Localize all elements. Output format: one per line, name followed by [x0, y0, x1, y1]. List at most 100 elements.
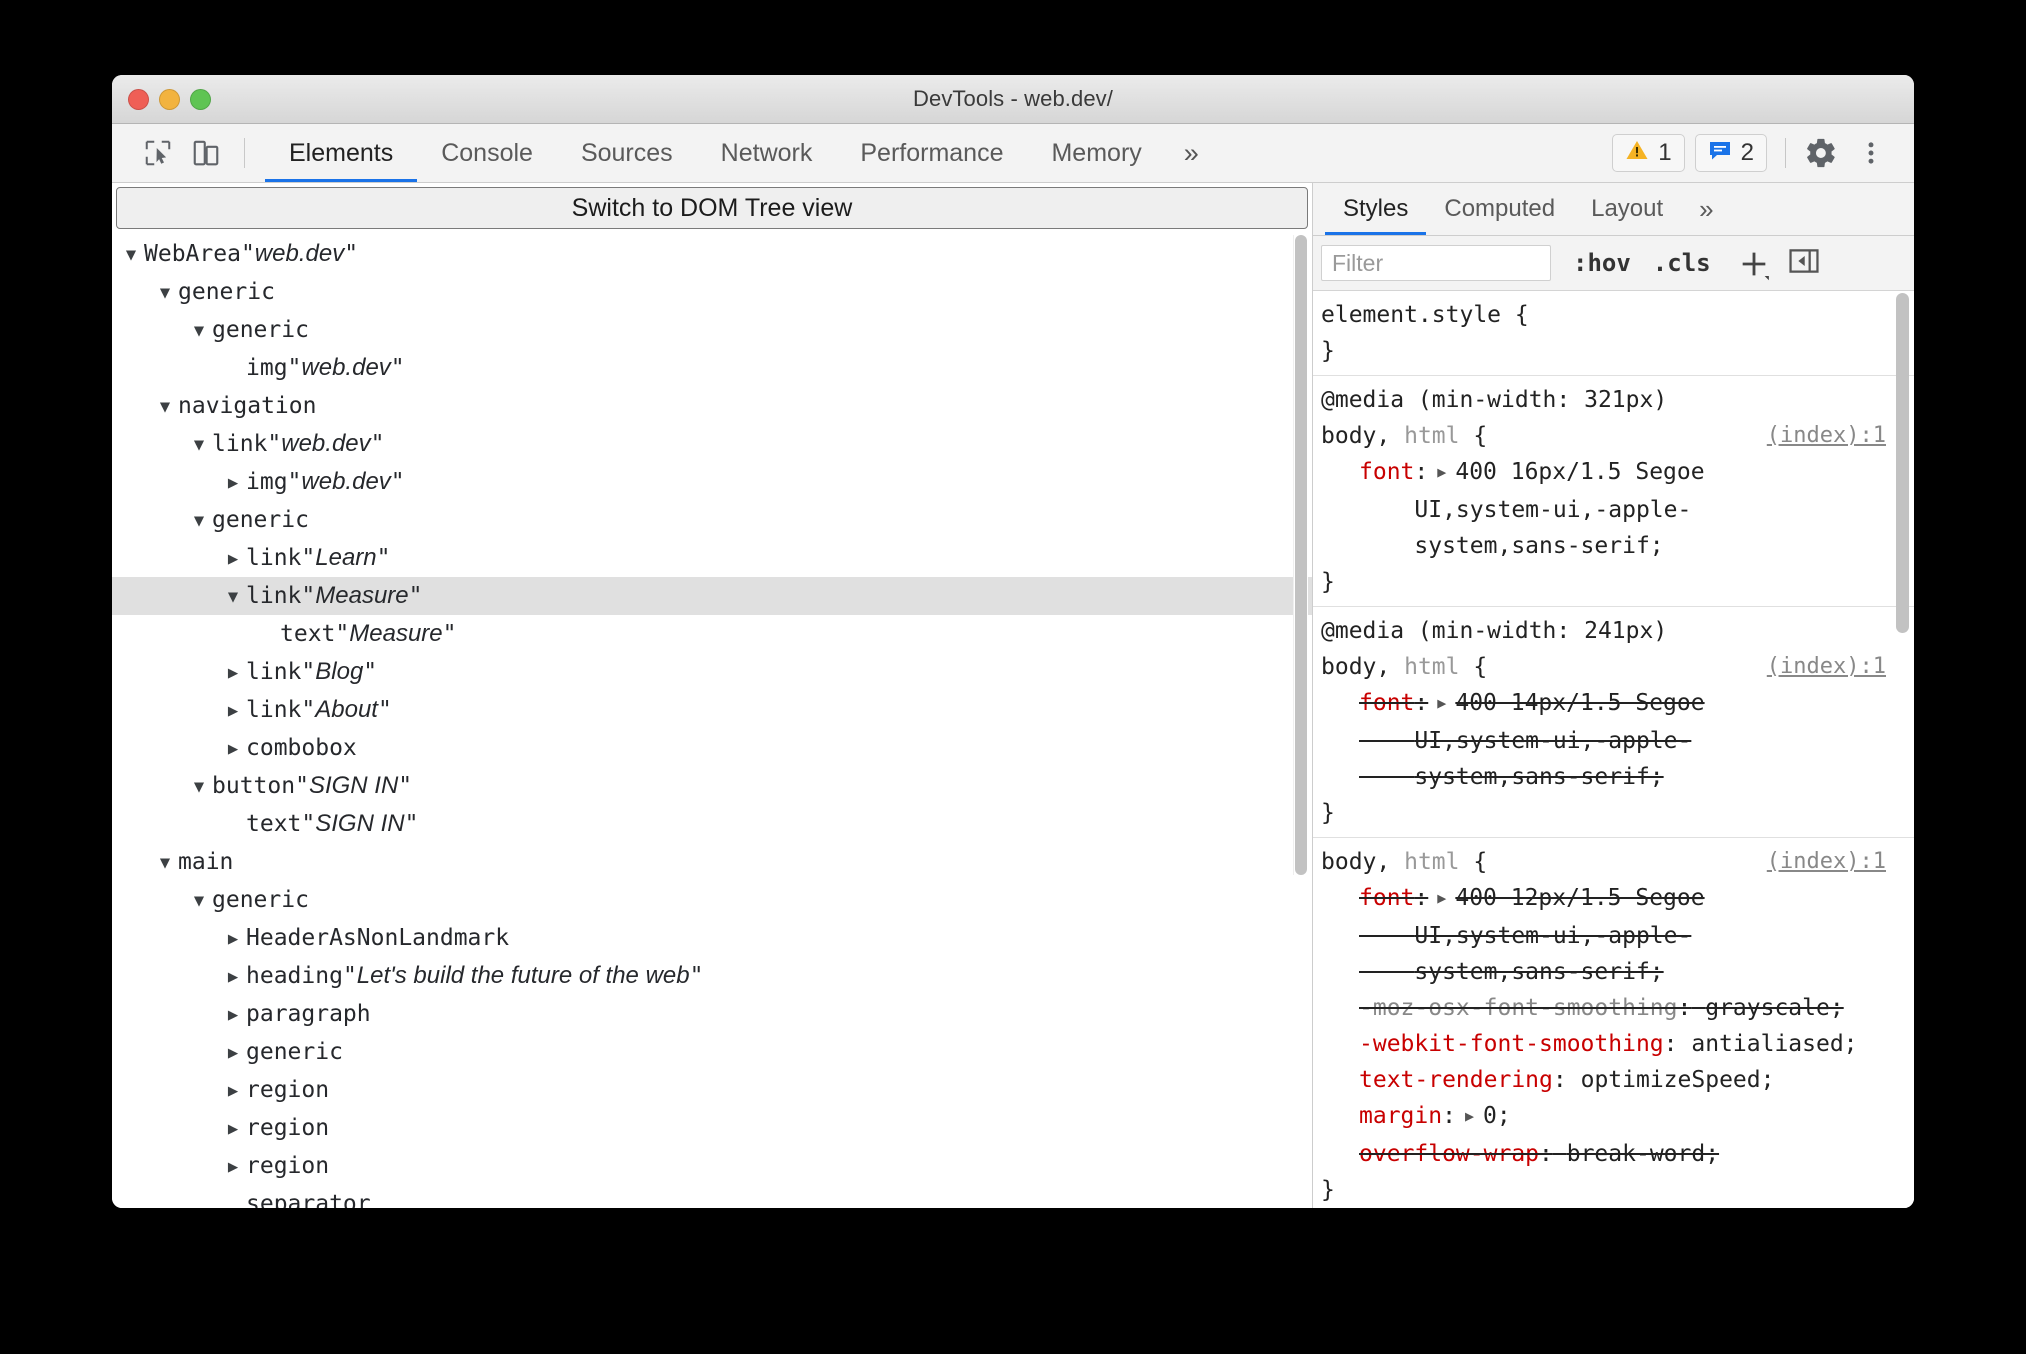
tab-console[interactable]: Console — [417, 124, 557, 182]
tree-scrollbar-thumb[interactable] — [1295, 235, 1307, 875]
chevron-right-icon[interactable]: ▶ — [220, 692, 246, 730]
css-property-name[interactable]: overflow-wrap — [1359, 1141, 1539, 1167]
css-property-value[interactable]: UI,system-ui,-apple- — [1414, 923, 1691, 949]
a11y-tree-node[interactable]: ▼ generic — [112, 501, 1312, 539]
a11y-tree-node[interactable]: ▶ link " Blog " — [112, 653, 1312, 691]
tab-sources[interactable]: Sources — [557, 124, 697, 182]
plus-icon[interactable] — [1737, 247, 1769, 281]
css-rule-source-link[interactable]: (index):1 — [1767, 649, 1886, 685]
device-toolbar-icon[interactable] — [182, 124, 230, 182]
css-declaration[interactable]: -webkit-font-smoothing: antialiased; — [1313, 1026, 1914, 1062]
collapse-panel-icon[interactable] — [1787, 244, 1821, 283]
chevron-down-icon[interactable]: ▼ — [220, 578, 246, 616]
chevron-right-icon[interactable]: ▶ — [220, 1148, 246, 1186]
a11y-tree-node[interactable]: ▶separator — [112, 1185, 1312, 1208]
css-property-name[interactable]: -moz-osx-font-smoothing — [1359, 995, 1678, 1021]
message-count-badge[interactable]: 2 — [1694, 134, 1767, 172]
css-property-name[interactable]: font — [1359, 885, 1414, 911]
a11y-tree-node[interactable]: ▼ generic — [112, 311, 1312, 349]
chevron-right-icon[interactable]: ▶ — [1428, 880, 1455, 916]
a11y-tree-node[interactable]: ▼ link " Measure " — [112, 577, 1312, 615]
chevron-right-icon[interactable]: ▶ — [220, 920, 246, 958]
styles-rules-scroll[interactable]: element.style {} @media (min-width: 321px… — [1313, 291, 1914, 1208]
css-property-value[interactable]: 400 12px/1.5 Segoe — [1455, 885, 1704, 911]
css-declaration[interactable]: margin: ▶ 0; — [1313, 1098, 1914, 1136]
tab-computed[interactable]: Computed — [1426, 183, 1573, 235]
css-property-name[interactable]: font — [1359, 690, 1414, 716]
chevron-right-icon[interactable]: ▶ — [220, 1072, 246, 1110]
a11y-tree-node[interactable]: ▶ link " Learn " — [112, 539, 1312, 577]
chevron-right-icon[interactable]: ▶ — [220, 996, 246, 1034]
css-property-value[interactable]: 0; — [1483, 1103, 1511, 1129]
chevron-right-icon[interactable]: ▶ — [1428, 454, 1455, 490]
tab-network[interactable]: Network — [697, 124, 837, 182]
a11y-tree-node[interactable]: ▶img "web.dev" — [112, 463, 1312, 501]
css-property-value[interactable]: optimizeSpeed; — [1581, 1067, 1775, 1093]
a11y-tree-node[interactable]: ▼ button " SIGN IN " — [112, 767, 1312, 805]
a11y-tree-node[interactable]: ▶ generic — [112, 1033, 1312, 1071]
css-selector-line[interactable]: body, html {(index):1 — [1313, 649, 1914, 685]
css-property-value[interactable]: UI,system-ui,-apple- — [1414, 497, 1691, 523]
chevron-right-icon[interactable]: ▶ — [220, 464, 246, 502]
a11y-tree-node[interactable]: ▼ WebArea " web.dev " — [112, 235, 1312, 273]
a11y-tree-node[interactable]: ▼ generic — [112, 881, 1312, 919]
tree-scrollbar[interactable] — [1293, 235, 1308, 875]
css-rule-source-link[interactable]: (index):1 — [1767, 844, 1886, 880]
css-selector-line[interactable]: body, html {(index):1 — [1313, 418, 1914, 454]
a11y-tree-node[interactable]: ▶ region — [112, 1147, 1312, 1185]
switch-to-dom-tree-button[interactable]: Switch to DOM Tree view — [116, 187, 1308, 229]
css-declaration[interactable]: font: ▶ 400 12px/1.5 Segoe UI,system-ui,… — [1313, 880, 1914, 990]
chevron-down-icon[interactable]: ▼ — [186, 882, 212, 920]
a11y-tree-node[interactable]: ▶text "Measure" — [112, 615, 1312, 653]
css-declaration[interactable]: text-rendering: optimizeSpeed; — [1313, 1062, 1914, 1098]
a11y-tree-node[interactable]: ▶ paragraph — [112, 995, 1312, 1033]
toggle-hover-state-button[interactable]: :hov — [1573, 249, 1631, 277]
chevron-right-icon[interactable]: ▶ — [220, 958, 246, 996]
tab-layout[interactable]: Layout — [1573, 183, 1681, 235]
chevron-down-icon[interactable]: ▼ — [118, 236, 144, 274]
css-declaration[interactable]: font: ▶ 400 16px/1.5 Segoe UI,system-ui,… — [1313, 454, 1914, 564]
css-property-value[interactable]: 400 16px/1.5 Segoe — [1455, 459, 1704, 485]
a11y-tree-node[interactable]: ▶ region — [112, 1071, 1312, 1109]
chevron-down-icon[interactable]: ▼ — [152, 844, 178, 882]
kebab-menu-icon[interactable] — [1846, 129, 1896, 177]
minimize-button[interactable] — [159, 89, 180, 110]
a11y-tree-node[interactable]: ▶ combobox — [112, 729, 1312, 767]
more-tabs-icon[interactable]: » — [1166, 124, 1217, 182]
close-button[interactable] — [128, 89, 149, 110]
chevron-right-icon[interactable]: ▶ — [1456, 1098, 1483, 1134]
css-selector-line[interactable]: body, html {(index):1 — [1313, 844, 1914, 880]
a11y-tree-node[interactable]: ▶img "web.dev" — [112, 349, 1312, 387]
chevron-down-icon[interactable]: ▼ — [186, 426, 212, 464]
tab-memory[interactable]: Memory — [1027, 124, 1165, 182]
chevron-down-icon[interactable]: ▼ — [186, 312, 212, 350]
css-property-name[interactable]: margin — [1359, 1103, 1442, 1129]
chevron-right-icon[interactable]: ▶ — [220, 730, 246, 768]
css-property-value[interactable]: 400 14px/1.5 Segoe — [1455, 690, 1704, 716]
chevron-down-icon[interactable]: ▼ — [152, 388, 178, 426]
a11y-tree-node[interactable]: ▶ heading " Let's build the future of the … — [112, 957, 1312, 995]
chevron-right-icon[interactable]: ▶ — [220, 654, 246, 692]
css-property-name[interactable]: -webkit-font-smoothing — [1359, 1031, 1664, 1057]
gear-icon[interactable] — [1796, 129, 1846, 177]
css-property-name[interactable]: text-rendering — [1359, 1067, 1553, 1093]
chevron-right-icon[interactable]: ▶ — [220, 540, 246, 578]
styles-filter-input[interactable] — [1321, 245, 1551, 281]
css-property-value[interactable]: grayscale; — [1705, 995, 1843, 1021]
css-declaration[interactable]: overflow-wrap: break-word; — [1313, 1136, 1914, 1172]
chevron-right-icon[interactable]: ▶ — [220, 1110, 246, 1148]
inspect-cursor-icon[interactable] — [134, 124, 182, 182]
css-property-value[interactable]: antialiased; — [1691, 1031, 1857, 1057]
a11y-tree-node[interactable]: ▼ link " web.dev " — [112, 425, 1312, 463]
css-property-name[interactable]: font — [1359, 459, 1414, 485]
chevron-down-icon[interactable]: ▼ — [152, 274, 178, 312]
css-rule-source-link[interactable]: (index):1 — [1767, 418, 1886, 454]
css-declaration[interactable]: font: ▶ 400 14px/1.5 Segoe UI,system-ui,… — [1313, 685, 1914, 795]
css-property-value[interactable]: system,sans-serif; — [1414, 764, 1663, 790]
a11y-tree-node[interactable]: ▼ main — [112, 843, 1312, 881]
css-property-value[interactable]: UI,system-ui,-apple- — [1414, 728, 1691, 754]
warning-count-badge[interactable]: 1 — [1612, 134, 1685, 172]
toggle-class-button[interactable]: .cls — [1653, 249, 1711, 277]
zoom-button[interactable] — [190, 89, 211, 110]
css-property-value[interactable]: break-word; — [1567, 1141, 1719, 1167]
